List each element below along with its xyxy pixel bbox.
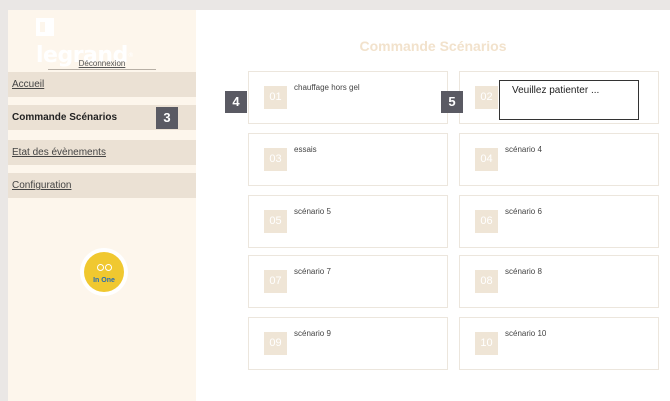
sidebar-item-configuration[interactable]: Configuration: [8, 173, 196, 198]
scenario-tile-10[interactable]: 10 scénario 10: [459, 317, 659, 370]
scenario-label: scénario 7: [294, 267, 331, 276]
scenario-label: scénario 5: [294, 207, 331, 216]
sidebar-item-label: Accueil: [12, 79, 45, 90]
in-one-logo-text: In One: [93, 277, 115, 284]
scenario-number: 08: [475, 270, 498, 293]
sidebar-item-label: Configuration: [12, 180, 72, 191]
top-bar: [0, 0, 670, 10]
divider: [48, 69, 156, 70]
scenario-label: scénario 10: [505, 329, 547, 338]
in-one-logo: In One: [80, 248, 128, 296]
sidebar-item-label: Commande Scénarios: [12, 112, 118, 123]
sidebar-item-etat-evenements[interactable]: Etat des évènements: [8, 140, 196, 165]
scenario-tile-09[interactable]: 09 scénario 9: [248, 317, 448, 370]
logout-link[interactable]: Déconnexion: [8, 59, 196, 68]
eye-icon: [97, 264, 104, 271]
scenario-tile-08[interactable]: 08 scénario 8: [459, 255, 659, 308]
scenario-label: scénario 8: [505, 267, 542, 276]
callout-badge-3: 3: [156, 107, 178, 129]
scenario-number: 04: [475, 148, 498, 171]
scenario-label: chauffage hors gel: [294, 83, 360, 92]
scenario-label: essais: [294, 145, 317, 154]
scenario-tile-04[interactable]: 04 scénario 4: [459, 133, 659, 186]
scenario-label: scénario 6: [505, 207, 542, 216]
page-title: Commande Scénarios: [359, 38, 507, 54]
scenario-tile-07[interactable]: 07 scénario 7: [248, 255, 448, 308]
scenario-tile-05[interactable]: 05 scénario 5: [248, 195, 448, 248]
callout-badge-5: 5: [441, 91, 463, 113]
scenario-tile-03[interactable]: 03 essais: [248, 133, 448, 186]
scenario-number: 06: [475, 210, 498, 233]
scenario-number: 03: [264, 148, 287, 171]
scenario-label: scénario 4: [505, 145, 542, 154]
scenario-number: 01: [264, 86, 287, 109]
in-one-face-icon: In One: [84, 252, 124, 292]
sidebar-item-label: Etat des évènements: [12, 147, 106, 158]
wait-popup: Veuillez patienter ...: [499, 80, 639, 120]
legrand-logo: legrand®: [36, 14, 156, 68]
scenario-number: 05: [264, 210, 287, 233]
scenario-tile-06[interactable]: 06 scénario 6: [459, 195, 659, 248]
scenario-label: scénario 9: [294, 329, 331, 338]
scenario-number: 02: [475, 86, 498, 109]
sidebar-item-accueil[interactable]: Accueil: [8, 72, 196, 97]
legrand-mark-icon: [36, 18, 54, 36]
scenario-number: 10: [475, 332, 498, 355]
scenario-tile-01[interactable]: 01 chauffage hors gel: [248, 71, 448, 124]
page: legrand® Déconnexion Accueil Commande Sc…: [0, 0, 670, 401]
eye-icon: [105, 264, 112, 271]
logo-registered: ®: [127, 52, 134, 59]
scenario-number: 09: [264, 332, 287, 355]
callout-badge-4: 4: [225, 91, 247, 113]
scenario-number: 07: [264, 270, 287, 293]
